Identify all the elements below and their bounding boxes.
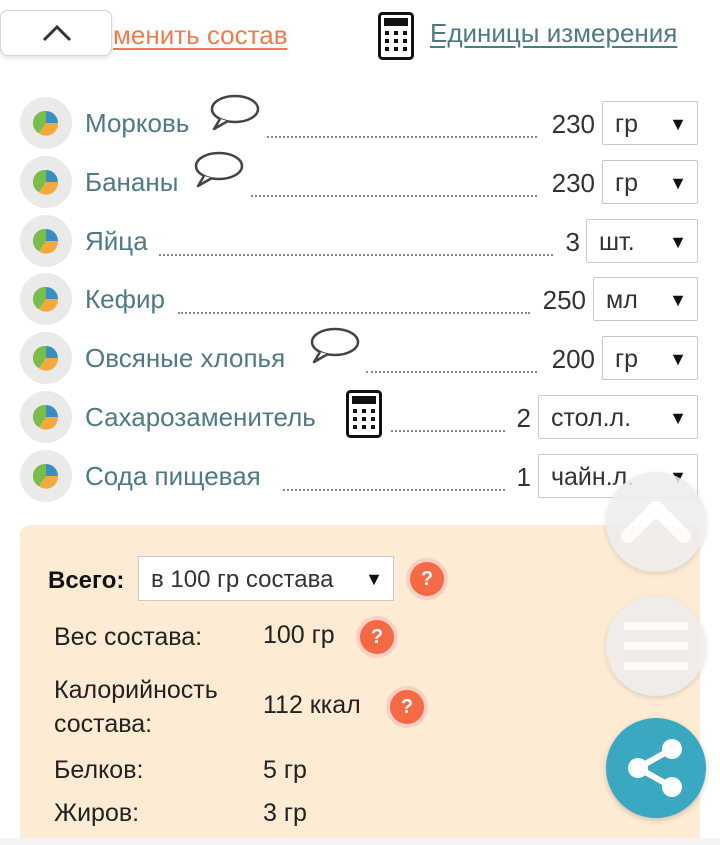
nutrition-button[interactable]	[20, 332, 72, 384]
calculator-icon[interactable]	[346, 390, 382, 438]
pie-chart-icon	[33, 228, 59, 254]
ingredient-name[interactable]: Овсяные хлопья	[85, 343, 285, 374]
speech-bubble-icon[interactable]	[192, 150, 244, 190]
nutrition-button[interactable]	[20, 450, 72, 502]
chevron-up-icon	[42, 24, 72, 42]
nutrition-button[interactable]	[20, 215, 72, 267]
pie-chart-icon	[33, 345, 59, 371]
dropdown-arrow-icon: ▼	[365, 569, 383, 589]
quantity-value[interactable]: 3	[556, 227, 580, 258]
chevron-up-icon	[621, 501, 691, 543]
dotted-leader	[391, 430, 505, 432]
share-button[interactable]	[606, 718, 706, 818]
calories-value: 112 ккал	[263, 691, 361, 719]
share-icon	[628, 739, 682, 797]
speech-bubble-icon[interactable]	[308, 326, 360, 366]
change-composition-link[interactable]: менить состав	[113, 20, 288, 51]
unit-value: шт.	[599, 228, 635, 256]
dropdown-arrow-icon: ▼	[669, 290, 687, 310]
unit-select[interactable]: гр ▼	[602, 336, 698, 380]
collapse-button[interactable]	[0, 10, 112, 56]
hamburger-icon	[624, 622, 688, 670]
ingredient-row: Бананы 230 гр ▼	[0, 151, 720, 214]
dotted-leader	[283, 489, 505, 491]
calories-label: Калорийность состава:	[54, 676, 218, 738]
basis-value: в 100 гр состава	[151, 566, 334, 593]
unit-select[interactable]: шт. ▼	[586, 219, 698, 263]
ingredient-row: Овсяные хлопья 200 гр ▼	[0, 327, 720, 390]
nutrition-button[interactable]	[20, 97, 72, 149]
ingredient-name[interactable]: Бананы	[85, 167, 178, 198]
dropdown-arrow-icon: ▼	[669, 408, 687, 428]
nutrition-button[interactable]	[20, 391, 72, 443]
bottom-strip	[0, 838, 720, 845]
dotted-leader	[251, 195, 537, 197]
ingredient-name[interactable]: Сахарозаменитель	[85, 402, 316, 433]
question-icon[interactable]: ?	[386, 686, 428, 728]
question-icon[interactable]: ?	[356, 616, 398, 658]
protein-value: 5 гр	[263, 756, 307, 784]
dropdown-arrow-icon: ▼	[669, 232, 687, 252]
weight-label: Вес состава:	[54, 623, 203, 651]
unit-select[interactable]: гр ▼	[602, 101, 698, 145]
units-link[interactable]: Единицы измерения	[430, 18, 677, 49]
ingredient-row: Морковь 230 гр ▼	[0, 94, 720, 155]
unit-value: гр	[615, 169, 639, 197]
quantity-value[interactable]: 1	[509, 462, 531, 493]
ingredient-name[interactable]: Яйца	[85, 226, 148, 257]
weight-value: 100 гр	[263, 621, 335, 649]
unit-select[interactable]: мл ▼	[593, 277, 698, 321]
ingredient-row: Сахарозаменитель 2 стол.л. ▼	[0, 390, 720, 449]
speech-bubble-icon[interactable]	[208, 93, 260, 133]
question-icon[interactable]: ?	[406, 558, 448, 600]
fat-label: Жиров:	[54, 799, 140, 827]
dropdown-arrow-icon: ▼	[669, 349, 687, 369]
quantity-value[interactable]: 2	[509, 403, 531, 434]
ingredient-row: Яйца 3 шт. ▼	[0, 215, 720, 273]
dotted-leader	[267, 136, 537, 138]
dotted-leader	[159, 254, 553, 256]
nutrition-button[interactable]	[20, 273, 72, 325]
pie-chart-icon	[33, 404, 59, 430]
total-label: Всего:	[48, 567, 125, 594]
pie-chart-icon	[33, 110, 59, 136]
dropdown-arrow-icon: ▼	[669, 173, 687, 193]
top-bar: менить состав Единицы измерения	[0, 0, 720, 70]
menu-button[interactable]	[606, 596, 706, 696]
ingredient-row: Кефир 250 мл ▼	[0, 273, 720, 331]
scroll-top-button[interactable]	[606, 472, 706, 572]
unit-select[interactable]: стол.л. ▼	[538, 395, 698, 439]
quantity-value[interactable]: 250	[532, 285, 586, 316]
unit-value: стол.л.	[551, 404, 632, 432]
unit-value: гр	[615, 345, 639, 373]
dropdown-arrow-icon: ▼	[669, 114, 687, 134]
unit-value: гр	[615, 110, 639, 138]
protein-label: Белков:	[54, 756, 144, 784]
pie-chart-icon	[33, 286, 59, 312]
pie-chart-icon	[33, 463, 59, 489]
dotted-leader	[178, 312, 530, 314]
ingredient-name[interactable]: Сода пищевая	[85, 461, 261, 492]
quantity-value[interactable]: 230	[540, 109, 595, 140]
quantity-value[interactable]: 230	[540, 168, 595, 199]
dotted-leader	[366, 371, 537, 373]
ingredient-name[interactable]: Кефир	[85, 284, 165, 315]
quantity-value[interactable]: 200	[540, 344, 595, 375]
nutrition-button[interactable]	[20, 156, 72, 208]
fat-value: 3 гр	[263, 799, 307, 827]
unit-value: мл	[606, 286, 638, 314]
basis-select[interactable]: в 100 гр состава ▼	[138, 556, 394, 601]
summary-panel: Всего: в 100 гр состава ▼ ? Вес состава:…	[20, 525, 700, 845]
calculator-icon[interactable]	[378, 12, 414, 60]
pie-chart-icon	[33, 169, 59, 195]
ingredient-name[interactable]: Морковь	[85, 108, 189, 139]
unit-select[interactable]: гр ▼	[602, 160, 698, 204]
